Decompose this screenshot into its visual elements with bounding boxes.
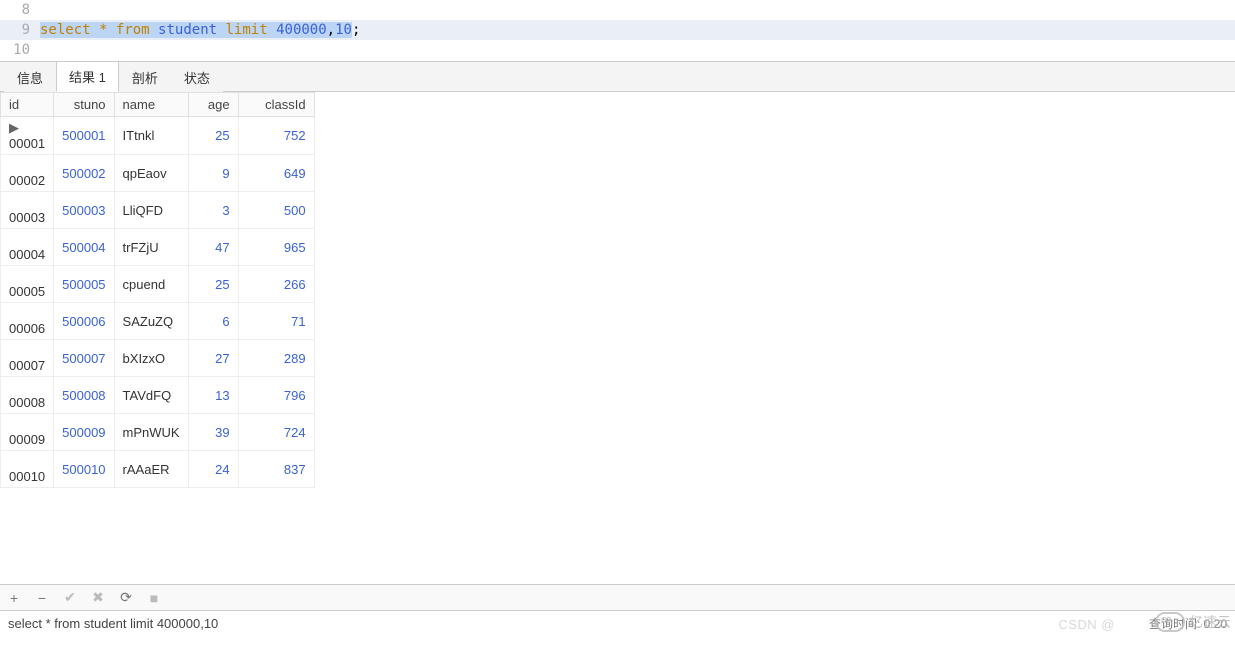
cell-stuno[interactable]: 500006 <box>54 303 114 340</box>
line-number: 10 <box>0 40 40 60</box>
remove-row-icon[interactable]: − <box>34 590 50 606</box>
col-header-stuno[interactable]: stuno <box>54 93 114 117</box>
cell-age[interactable]: 39 <box>188 414 238 451</box>
cell-name[interactable]: trFZjU <box>114 229 188 266</box>
cell-age[interactable]: 3 <box>188 192 238 229</box>
table-row[interactable]: 00007500007bXIzxO27289 <box>1 340 315 377</box>
tab-2[interactable]: 剖析 <box>119 62 171 92</box>
cell-stuno[interactable]: 500004 <box>54 229 114 266</box>
cell-id[interactable]: 00009 <box>1 414 54 451</box>
cell-age[interactable]: 47 <box>188 229 238 266</box>
cell-name[interactable]: rAAaER <box>114 451 188 488</box>
cell-age[interactable]: 6 <box>188 303 238 340</box>
cell-classId[interactable]: 837 <box>238 451 314 488</box>
cell-age[interactable]: 13 <box>188 377 238 414</box>
result-tabs: 信息结果 1剖析状态 <box>0 62 1235 92</box>
cell-id[interactable]: 00006 <box>1 303 54 340</box>
cell-stuno[interactable]: 500008 <box>54 377 114 414</box>
cell-name[interactable]: bXIzxO <box>114 340 188 377</box>
table-row[interactable]: 00003500003LliQFD3500 <box>1 192 315 229</box>
cell-classId[interactable]: 500 <box>238 192 314 229</box>
cell-id[interactable]: 00010 <box>1 451 54 488</box>
cell-classId[interactable]: 71 <box>238 303 314 340</box>
table-row[interactable]: 00010500010rAAaER24837 <box>1 451 315 488</box>
status-bar: select * from student limit 400000,10 查询… <box>0 610 1235 636</box>
sql-editor[interactable]: 89select * from student limit 400000,10;… <box>0 0 1235 62</box>
csdn-watermark: CSDN @ <box>1058 617 1115 632</box>
tab-0[interactable]: 信息 <box>4 62 56 92</box>
cell-stuno[interactable]: 500005 <box>54 266 114 303</box>
cloud-icon <box>1155 612 1185 632</box>
cell-name[interactable]: ITtnkl <box>114 117 188 155</box>
cell-name[interactable]: LliQFD <box>114 192 188 229</box>
add-row-icon[interactable]: + <box>6 590 22 606</box>
cell-stuno[interactable]: 500002 <box>54 155 114 192</box>
cell-age[interactable]: 27 <box>188 340 238 377</box>
tab-1[interactable]: 结果 1 <box>56 61 119 92</box>
cell-stuno[interactable]: 500003 <box>54 192 114 229</box>
cell-classId[interactable]: 649 <box>238 155 314 192</box>
table-row[interactable]: 00009500009mPnWUK39724 <box>1 414 315 451</box>
cell-id[interactable]: 00004 <box>1 229 54 266</box>
brand-watermark: 亿速云 <box>1155 612 1231 632</box>
cell-name[interactable]: cpuend <box>114 266 188 303</box>
table-row[interactable]: ▶00001500001ITtnkl25752 <box>1 117 315 155</box>
cell-age[interactable]: 25 <box>188 117 238 155</box>
line-number: 9 <box>0 20 40 40</box>
refresh-icon[interactable]: ⟳ <box>118 590 134 606</box>
cell-id[interactable]: 00007 <box>1 340 54 377</box>
cancel-icon: ✖ <box>90 590 106 606</box>
col-header-name[interactable]: name <box>114 93 188 117</box>
cell-classId[interactable]: 796 <box>238 377 314 414</box>
cell-name[interactable]: qpEaov <box>114 155 188 192</box>
table-row[interactable]: 00002500002qpEaov9649 <box>1 155 315 192</box>
cell-id[interactable]: 00002 <box>1 155 54 192</box>
cell-classId[interactable]: 289 <box>238 340 314 377</box>
cell-name[interactable]: SAZuZQ <box>114 303 188 340</box>
apply-icon: ✔ <box>62 590 78 606</box>
cell-classId[interactable]: 724 <box>238 414 314 451</box>
cell-id[interactable]: 00008 <box>1 377 54 414</box>
stop-icon: ■ <box>146 590 162 606</box>
status-sql-text: select * from student limit 400000,10 <box>8 616 1149 631</box>
brand-watermark-label: 亿速云 <box>1189 612 1231 632</box>
cell-id[interactable]: ▶00001 <box>1 117 54 155</box>
cell-id[interactable]: 00003 <box>1 192 54 229</box>
table-row[interactable]: 00008500008TAVdFQ13796 <box>1 377 315 414</box>
tab-3[interactable]: 状态 <box>171 62 223 92</box>
result-grid[interactable]: idstunonameageclassId▶00001500001ITtnkl2… <box>0 92 1235 584</box>
table-row[interactable]: 00004500004trFZjU47965 <box>1 229 315 266</box>
col-header-id[interactable]: id <box>1 93 54 117</box>
col-header-age[interactable]: age <box>188 93 238 117</box>
cell-classId[interactable]: 752 <box>238 117 314 155</box>
cell-classId[interactable]: 965 <box>238 229 314 266</box>
code-content[interactable]: select * from student limit 400000,10; <box>40 22 360 38</box>
cell-age[interactable]: 9 <box>188 155 238 192</box>
cell-name[interactable]: TAVdFQ <box>114 377 188 414</box>
cell-classId[interactable]: 266 <box>238 266 314 303</box>
grid-toolbar: + − ✔ ✖ ⟳ ■ <box>0 584 1235 610</box>
cell-stuno[interactable]: 500001 <box>54 117 114 155</box>
cell-stuno[interactable]: 500007 <box>54 340 114 377</box>
cell-age[interactable]: 25 <box>188 266 238 303</box>
cell-stuno[interactable]: 500010 <box>54 451 114 488</box>
cell-age[interactable]: 24 <box>188 451 238 488</box>
cell-id[interactable]: 00005 <box>1 266 54 303</box>
col-header-classId[interactable]: classId <box>238 93 314 117</box>
cell-name[interactable]: mPnWUK <box>114 414 188 451</box>
line-number: 8 <box>0 0 40 20</box>
row-indicator-icon: ▶ <box>9 120 15 136</box>
table-row[interactable]: 00005500005cpuend25266 <box>1 266 315 303</box>
table-row[interactable]: 00006500006SAZuZQ671 <box>1 303 315 340</box>
cell-stuno[interactable]: 500009 <box>54 414 114 451</box>
